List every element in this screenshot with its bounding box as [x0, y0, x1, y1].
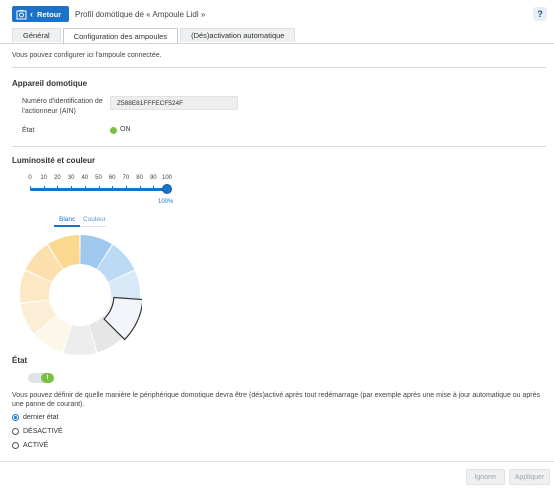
- ignore-button[interactable]: Ignorer: [466, 469, 505, 485]
- radio-button[interactable]: [12, 414, 19, 421]
- device-section-title: Appareil domotique: [12, 79, 88, 88]
- section-divider: [12, 146, 546, 147]
- radio-label: ACTIVÉ: [23, 442, 49, 449]
- brightness-tick-label: 30: [67, 175, 75, 181]
- radio-last-state[interactable]: dernier état: [12, 414, 58, 421]
- brightness-tick-label: 80: [136, 175, 143, 181]
- brightness-value: 100%: [158, 199, 174, 205]
- radio-on[interactable]: ACTIVÉ: [12, 442, 48, 449]
- brightness-tick-label: 10: [40, 175, 48, 181]
- brightness-tick-label: 90: [149, 175, 157, 181]
- brightness-tick-label: 60: [108, 175, 116, 181]
- state-value: ON: [120, 126, 131, 133]
- tab-white[interactable]: Blanc: [59, 216, 75, 223]
- restart-toggle-knob[interactable]: I: [41, 373, 54, 383]
- tab-divider: [0, 43, 554, 44]
- active-tab-indicator: [54, 225, 80, 227]
- tab-color[interactable]: Couleur: [83, 216, 106, 223]
- brightness-tick-label: 50: [95, 175, 102, 181]
- tab-general[interactable]: Général: [12, 28, 61, 42]
- radio-button[interactable]: [12, 428, 19, 435]
- apply-button[interactable]: Appliquer: [509, 469, 550, 485]
- restart-section-title: État: [12, 356, 28, 365]
- tab-bulb-configuration[interactable]: Configuration des ampoules: [62, 28, 179, 43]
- help-button[interactable]: ?: [533, 7, 547, 21]
- brightness-slider-thumb[interactable]: [162, 184, 172, 194]
- home-icon: [15, 8, 27, 20]
- radio-off[interactable]: DÉSACTIVÉ: [12, 428, 63, 435]
- brightness-tick-label: 0: [28, 175, 32, 181]
- white-temperature-wheel[interactable]: [18, 233, 142, 357]
- brightness-tick-label: 20: [54, 175, 61, 181]
- back-button[interactable]: ‹ Retour: [12, 6, 69, 22]
- brightness-tick-label: 100: [161, 175, 172, 181]
- radio-button[interactable]: [12, 442, 19, 449]
- state-label: État: [22, 127, 35, 134]
- page-title: Profil domotique de « Ampoule Lidl »: [75, 10, 206, 19]
- restart-description: Vous pouvez définir de quelle manière le…: [12, 392, 541, 408]
- intro-text: Vous pouvez configurer ici l'ampoule con…: [12, 52, 162, 59]
- chevron-left-icon: ‹: [30, 8, 33, 19]
- back-button-label: Retour: [37, 9, 62, 19]
- ain-label: Numéro d'identification de l'actionneur …: [22, 98, 103, 115]
- tab-bar: Général Configuration des ampoules (Dés)…: [12, 28, 297, 43]
- footer-divider: [0, 461, 554, 462]
- section-divider: [12, 67, 546, 68]
- radio-label: DÉSACTIVÉ: [23, 428, 63, 435]
- ain-value: Z588E81FFFECF524F: [110, 96, 238, 110]
- brightness-slider-track[interactable]: [30, 188, 167, 191]
- state-indicator: [110, 127, 117, 134]
- brightness-section-title: Luminosité et couleur: [12, 156, 96, 165]
- tab-auto-activation[interactable]: (Dés)activation automatique: [180, 28, 296, 42]
- radio-label: dernier état: [23, 414, 59, 421]
- brightness-tick-label: 40: [81, 175, 89, 181]
- brightness-tick-label: 70: [122, 175, 130, 181]
